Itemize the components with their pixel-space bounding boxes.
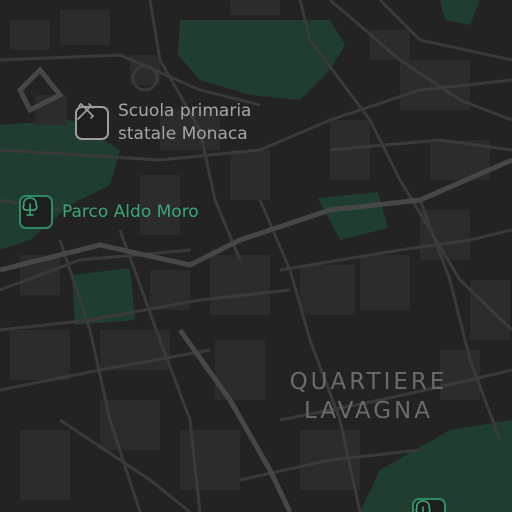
- district-label: QUARTIERE LAVAGNA: [289, 369, 448, 424]
- park-area: [440, 0, 480, 25]
- park-area: [178, 20, 345, 100]
- tree-icon: [412, 498, 446, 512]
- tree-icon: [19, 195, 53, 229]
- map-base-layer: [0, 0, 512, 512]
- poi-school-label: Scuola primaria statale Monaca: [118, 101, 252, 144]
- poi-park[interactable]: Parco Aldo Moro: [19, 195, 199, 229]
- poi-school[interactable]: Scuola primaria statale Monaca: [75, 100, 251, 146]
- map-canvas[interactable]: Scuola primaria statale Monaca Parco Ald…: [0, 0, 512, 512]
- park-area: [318, 192, 388, 240]
- poi-park-bottom[interactable]: [412, 498, 446, 512]
- school-icon: [75, 103, 109, 140]
- poi-park-label: Parco Aldo Moro: [62, 201, 199, 222]
